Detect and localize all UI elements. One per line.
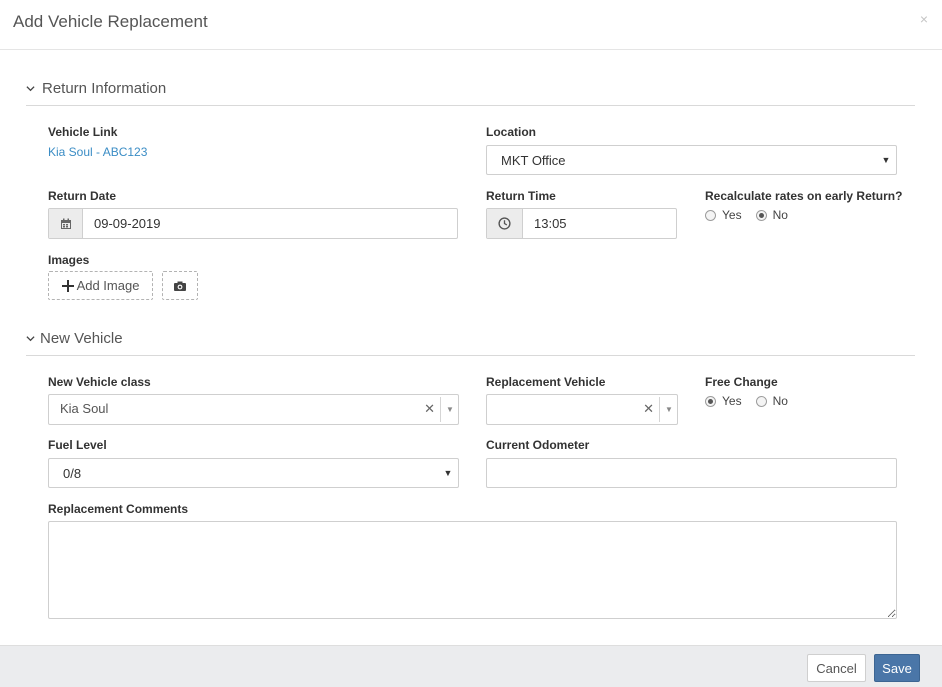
free-change-no-option[interactable]: No	[755, 394, 788, 408]
recalc-radio-group: Yes No	[705, 208, 802, 222]
location-select[interactable]: MKT Office ▼	[486, 145, 897, 175]
recalc-yes-option[interactable]: Yes	[705, 208, 742, 222]
return-time-value: 13:05	[534, 216, 567, 231]
replacement-vehicle-select[interactable]: ✕ ▼	[486, 394, 678, 425]
radio-button[interactable]	[755, 209, 767, 221]
radio-button[interactable]	[705, 395, 716, 407]
section-return-information[interactable]: Return Information	[26, 80, 915, 106]
section-title: New Vehicle	[40, 330, 123, 347]
return-time-label: Return Time	[486, 189, 556, 203]
clear-icon[interactable]: ✕	[643, 401, 654, 417]
modal-title: Add Vehicle Replacement	[13, 12, 208, 31]
odometer-label: Current Odometer	[486, 438, 590, 452]
free-change-radio-group: Yes No	[705, 394, 802, 408]
return-date-label: Return Date	[48, 189, 117, 203]
recalc-no-option[interactable]: No	[755, 208, 788, 222]
camera-button[interactable]	[162, 271, 198, 300]
radio-button[interactable]	[755, 395, 767, 407]
radio-label: No	[772, 394, 788, 408]
section-new-vehicle[interactable]: New Vehicle	[26, 330, 915, 356]
comments-textarea[interactable]	[48, 521, 897, 619]
odometer-input[interactable]	[486, 458, 897, 488]
radio-label: Yes	[722, 394, 742, 408]
return-date-input[interactable]: 09-09-2019	[48, 208, 458, 239]
vehicle-class-value: Kia Soul	[60, 401, 109, 416]
add-image-label: Add Image	[76, 278, 140, 293]
cancel-button[interactable]: Cancel	[807, 654, 866, 682]
chevron-down-icon	[26, 336, 35, 342]
images-label: Images	[48, 253, 90, 267]
caret-down-icon: ▼	[881, 155, 891, 165]
save-button[interactable]: Save	[874, 654, 920, 682]
divider	[440, 397, 441, 422]
vehicle-class-select[interactable]: Kia Soul ✕ ▼	[48, 394, 459, 425]
location-value: MKT Office	[501, 153, 566, 168]
radio-button[interactable]	[705, 209, 716, 221]
free-change-label: Free Change	[705, 375, 778, 389]
clock-icon[interactable]	[487, 209, 523, 238]
recalc-label: Recalculate rates on early Return?	[705, 189, 903, 203]
return-time-input[interactable]: 13:05	[486, 208, 677, 239]
vehicle-class-label: New Vehicle class	[48, 375, 151, 389]
comments-label: Replacement Comments	[48, 502, 189, 516]
section-title: Return Information	[42, 80, 167, 97]
fuel-level-label: Fuel Level	[48, 438, 107, 452]
fuel-level-value: 0/8	[63, 466, 82, 481]
clear-icon[interactable]: ✕	[424, 401, 435, 417]
divider	[659, 397, 660, 422]
camera-icon	[174, 281, 186, 291]
close-icon[interactable]: ×	[920, 11, 928, 27]
caret-down-icon: ▼	[443, 468, 453, 478]
free-change-yes-option[interactable]: Yes	[705, 394, 742, 408]
replacement-vehicle-label: Replacement Vehicle	[486, 375, 606, 389]
location-label: Location	[486, 125, 536, 139]
plus-icon	[61, 279, 74, 292]
modal-footer: Cancel Save	[0, 645, 942, 687]
calendar-icon[interactable]	[49, 209, 83, 238]
vehicle-link[interactable]: Kia Soul - ABC123	[48, 145, 147, 159]
fuel-level-select[interactable]: 0/8 ▼	[48, 458, 459, 488]
radio-label: No	[772, 208, 788, 222]
radio-label: Yes	[722, 208, 742, 222]
caret-down-icon[interactable]: ▼	[442, 395, 458, 424]
vehicle-link-label: Vehicle Link	[48, 125, 118, 139]
chevron-down-icon	[26, 86, 35, 92]
modal-header: Add Vehicle Replacement ×	[0, 0, 942, 50]
add-image-button[interactable]: Add Image	[48, 271, 153, 300]
caret-down-icon[interactable]: ▼	[661, 395, 677, 424]
return-date-value: 09-09-2019	[94, 216, 161, 231]
